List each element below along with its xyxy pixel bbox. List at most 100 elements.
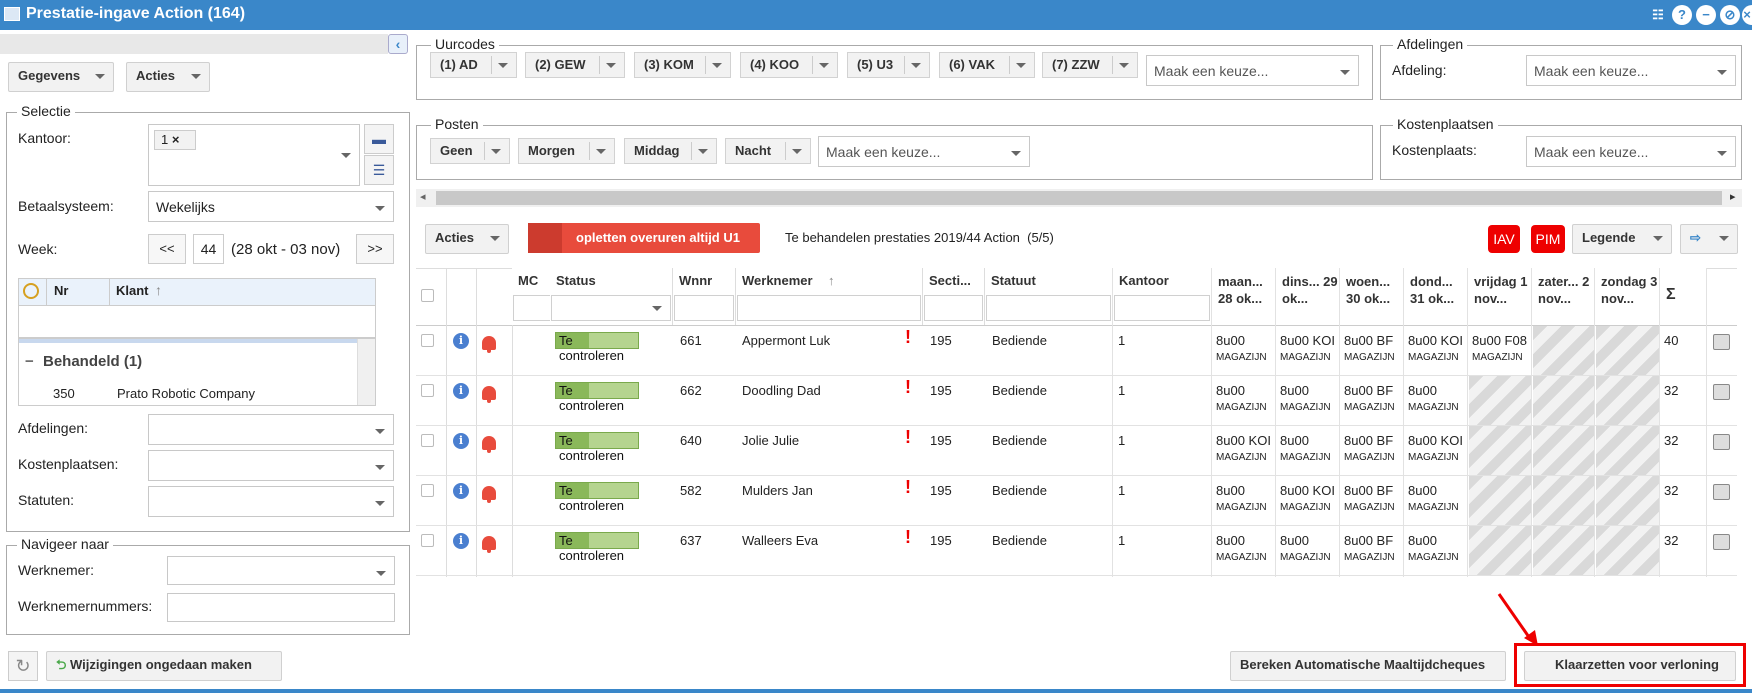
empty-day-cell[interactable] [1533, 376, 1595, 425]
acties-left-button[interactable]: Acties [126, 62, 210, 92]
status-badge[interactable]: Te controleren [555, 432, 639, 463]
day-cell[interactable]: 8u00 BF MAGAZIJN [1344, 333, 1402, 365]
betaalsysteem-select[interactable]: Wekelijks [148, 191, 394, 222]
werknemer-cell[interactable]: Doodling Dad [742, 383, 821, 398]
kantoor-chip[interactable]: 1 × [154, 130, 196, 150]
single-select-icon[interactable]: ▬ [364, 124, 394, 154]
refresh-icon[interactable]: ↻ [8, 651, 38, 681]
werknemer-select[interactable] [167, 556, 395, 585]
gegevens-button[interactable]: Gegevens [8, 62, 114, 92]
grid-col-header[interactable]: maan... 28 ok... [1212, 268, 1276, 325]
day-cell[interactable]: 8u00 MAGAZIJN [1216, 383, 1274, 415]
status-badge[interactable]: Te controleren [555, 332, 639, 363]
uurcode-chip-u3[interactable]: (5) U3 [847, 52, 930, 78]
list-select-icon[interactable]: ☰ [364, 155, 394, 185]
werknemer-cell[interactable]: Jolie Julie [742, 433, 799, 448]
note-icon[interactable] [1713, 484, 1730, 500]
bell-icon[interactable] [482, 336, 496, 353]
grid-col-header[interactable]: dond... 31 ok... [1404, 268, 1468, 325]
klant-col-nr[interactable]: Nr [54, 283, 68, 298]
empty-day-cell[interactable] [1469, 426, 1532, 475]
uurcodes-select[interactable]: Maak een keuze... [1146, 55, 1359, 86]
afdelingen-select[interactable] [148, 414, 394, 445]
afdeling-select[interactable]: Maak een keuze... [1526, 55, 1736, 86]
col-filter-input[interactable] [986, 295, 1111, 321]
overuren-alert[interactable]: opletten overuren altijd U1 [528, 223, 760, 253]
bell-icon[interactable] [482, 536, 496, 553]
day-cell[interactable]: 8u00 BF MAGAZIJN [1344, 383, 1402, 415]
note-icon[interactable] [1713, 534, 1730, 550]
day-cell[interactable]: 8u00 MAGAZIJN [1280, 433, 1338, 465]
uurcode-chip-ad[interactable]: (1) AD [430, 52, 517, 78]
klaarzetten-button[interactable]: Klaarzetten voor verloning [1524, 651, 1736, 681]
grid-col-header[interactable]: zater... 2 nov... [1532, 268, 1595, 325]
col-filter-input[interactable] [737, 295, 921, 321]
prev-week-button[interactable]: << [148, 234, 186, 264]
kostenplaatsen-select[interactable] [148, 450, 394, 481]
bell-icon[interactable] [482, 436, 496, 453]
grid-col-header[interactable]: Kantoor [1113, 268, 1212, 325]
empty-day-cell[interactable] [1533, 526, 1595, 575]
day-cell[interactable]: 8u00 BF MAGAZIJN [1344, 483, 1402, 515]
grid-col-header[interactable]: zondag 3 nov... [1595, 268, 1660, 325]
restore-icon[interactable]: ⊘ [1720, 5, 1740, 25]
empty-day-cell[interactable] [1469, 526, 1532, 575]
post-chip-geen[interactable]: Geen [430, 138, 510, 164]
day-cell[interactable]: 8u00 BF MAGAZIJN [1344, 533, 1402, 565]
werknemer-cell[interactable]: Mulders Jan [742, 483, 813, 498]
legende-button[interactable]: Legende [1572, 224, 1672, 254]
col-filter-input[interactable] [924, 295, 983, 321]
warning-icon[interactable]: ! [905, 477, 911, 498]
group-header[interactable]: Behandeld (1) [43, 353, 142, 370]
grid-col-header[interactable]: woen... 30 ok... [1340, 268, 1404, 325]
status-badge[interactable]: Te controleren [555, 532, 639, 563]
day-cell[interactable]: 8u00 KOI MAGAZIJN [1280, 483, 1338, 515]
iav-badge[interactable]: IAV [1488, 225, 1520, 253]
row-checkbox[interactable] [421, 534, 434, 547]
row-checkbox[interactable] [421, 484, 434, 497]
empty-day-cell[interactable] [1596, 476, 1660, 525]
info-icon[interactable]: i [453, 433, 469, 449]
collapse-panel-icon[interactable]: ‹ [388, 34, 408, 54]
grid-col-header[interactable]: dins... 29 ok... [1276, 268, 1340, 325]
day-cell[interactable]: 8u00 MAGAZIJN [1280, 533, 1338, 565]
minimize-icon[interactable]: − [1696, 5, 1716, 25]
warning-icon[interactable]: ! [905, 377, 911, 398]
grid-col-header[interactable]: Status [550, 268, 673, 325]
warning-icon[interactable]: ! [905, 527, 911, 548]
horizontal-scrollbar[interactable]: ◂ ▸ [416, 189, 1742, 207]
export-button[interactable]: ⇨ [1680, 224, 1738, 254]
scroll-right-icon[interactable]: ▸ [1730, 190, 1736, 203]
info-icon[interactable]: i [453, 483, 469, 499]
uurcode-chip-gew[interactable]: (2) GEW [525, 52, 625, 78]
posten-select[interactable]: Maak een keuze... [818, 136, 1030, 167]
info-icon[interactable]: i [453, 533, 469, 549]
empty-day-cell[interactable] [1469, 376, 1532, 425]
scroll-left-icon[interactable]: ◂ [420, 190, 426, 203]
uurcode-chip-zzw[interactable]: (7) ZZW [1042, 52, 1138, 78]
klant-row-nr[interactable]: 350 [53, 386, 75, 401]
klant-col-klant[interactable]: Klant [116, 283, 149, 298]
day-cell[interactable]: 8u00 MAGAZIJN [1408, 533, 1466, 565]
uurcode-chip-koo[interactable]: (4) KOO [740, 52, 838, 78]
col-filter-input[interactable] [674, 295, 734, 321]
werknemer-cell[interactable]: Appermont Luk [742, 333, 830, 348]
grid-col-header[interactable]: Statuut [985, 268, 1113, 325]
werknemernummers-input[interactable] [167, 593, 395, 622]
grid-col-header[interactable]: Werknemer ↑ [736, 268, 923, 325]
day-cell[interactable]: 8u00 KOI MAGAZIJN [1408, 333, 1466, 365]
status-badge[interactable]: Te controleren [555, 482, 639, 513]
uurcode-chip-kom[interactable]: (3) KOM [634, 52, 731, 78]
status-badge[interactable]: Te controleren [555, 382, 639, 413]
day-cell[interactable]: 8u00 MAGAZIJN [1216, 533, 1274, 565]
bell-icon[interactable] [482, 386, 496, 403]
pim-badge[interactable]: PIM [1531, 225, 1565, 253]
next-week-button[interactable]: >> [356, 234, 394, 264]
day-cell[interactable]: 8u00 MAGAZIJN [1280, 383, 1338, 415]
warning-icon[interactable]: ! [905, 327, 911, 348]
day-cell[interactable]: 8u00 MAGAZIJN [1216, 333, 1274, 365]
bereken-button[interactable]: Bereken Automatische Maaltijdcheques [1230, 651, 1506, 681]
kostenplaats-select[interactable]: Maak een keuze... [1526, 136, 1736, 167]
info-icon[interactable]: i [453, 383, 469, 399]
day-cell[interactable]: 8u00 KOI MAGAZIJN [1408, 433, 1466, 465]
